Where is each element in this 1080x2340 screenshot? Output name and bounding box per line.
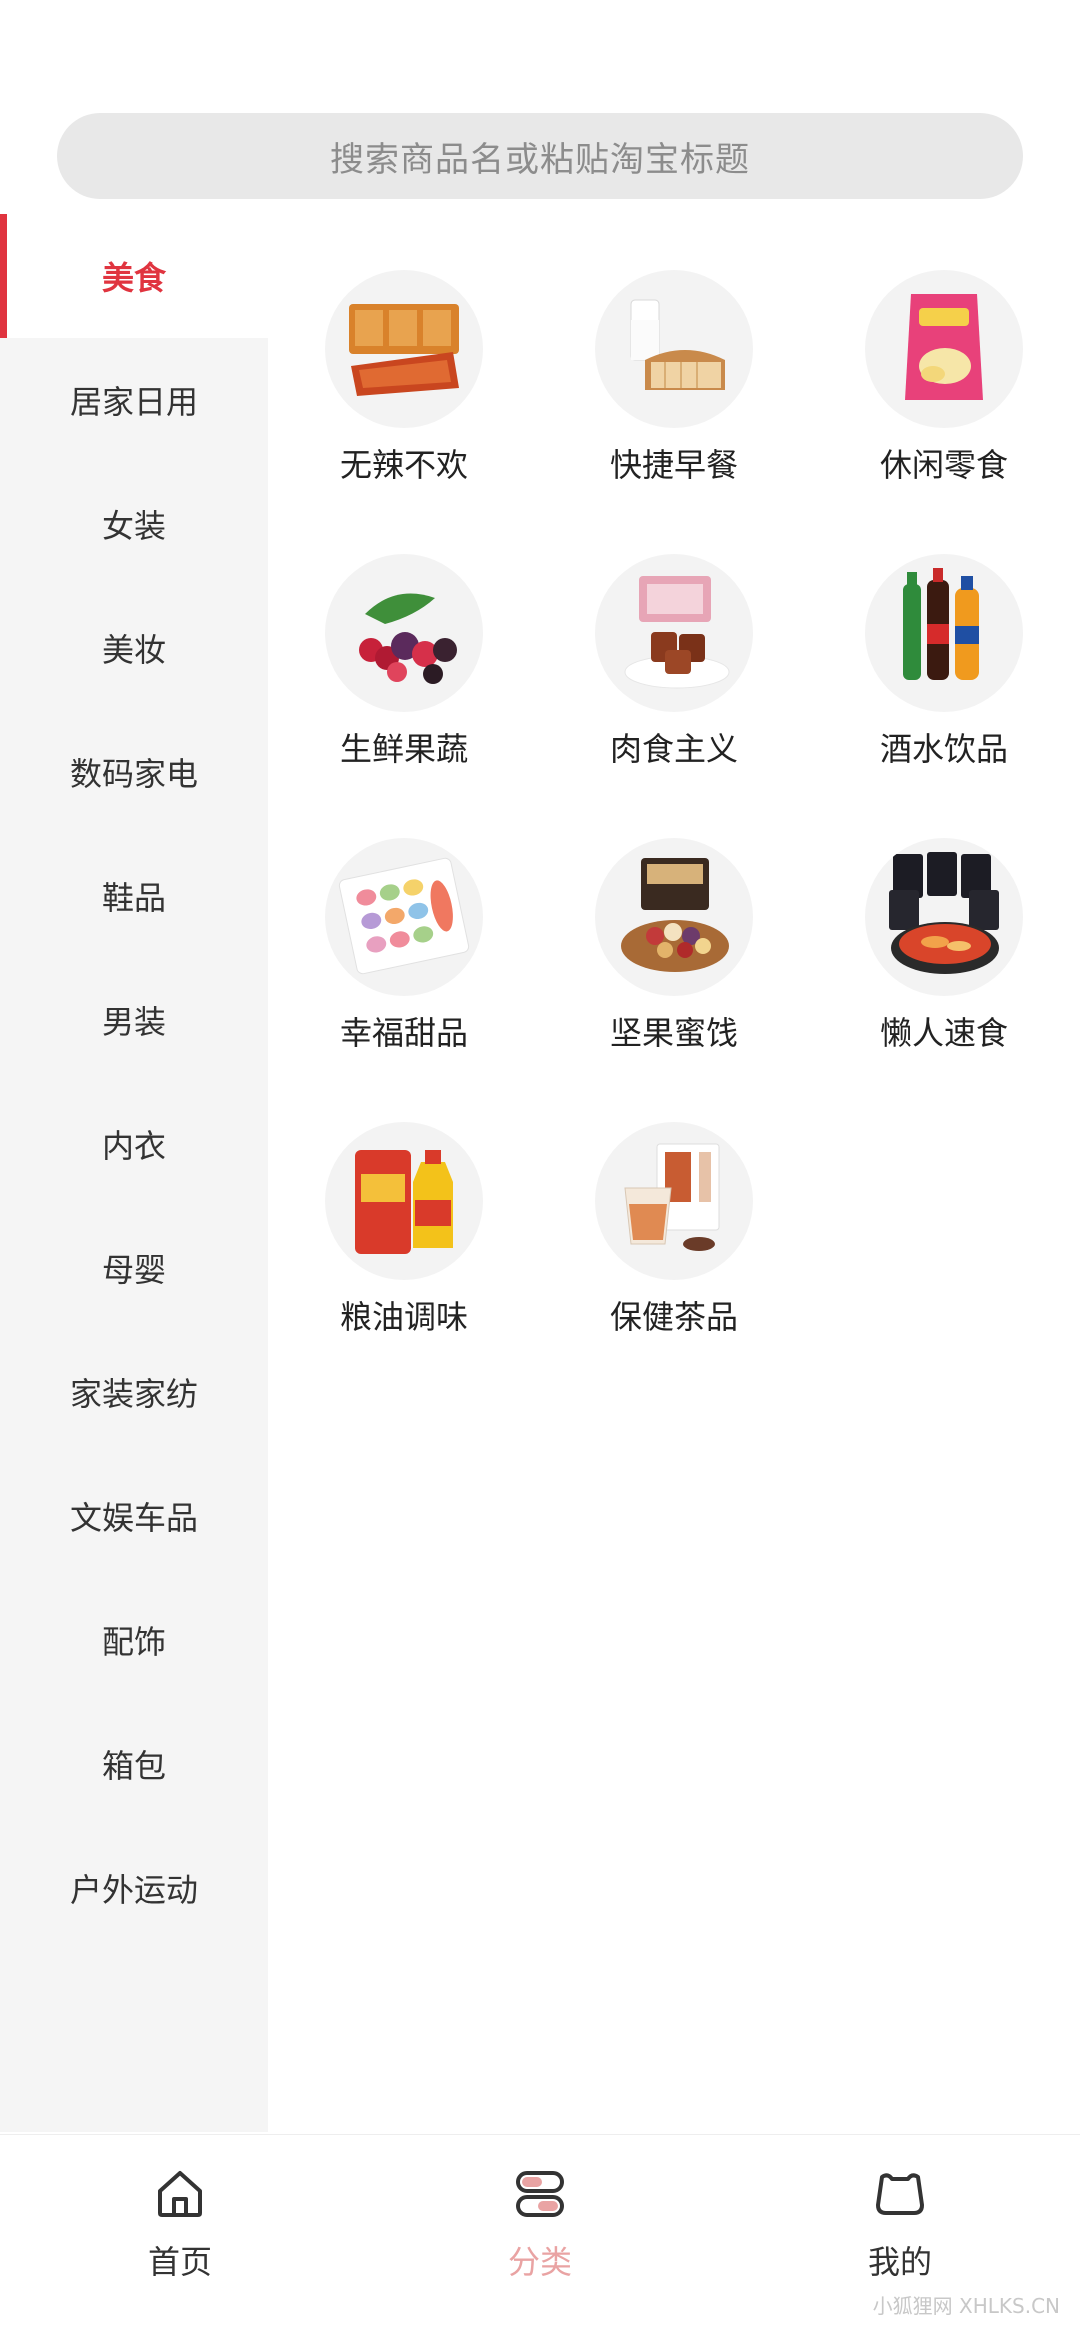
sidebar-item-bags[interactable]: 箱包 [0,1702,268,1826]
subcategory-label: 幸福甜品 [339,1014,468,1052]
subcategory-label: 肉食主义 [609,730,738,768]
subcategory-label: 无辣不欢 [339,446,468,484]
subcategory-item[interactable]: 懒人速食 [824,838,1064,1054]
sidebar-item-electronics[interactable]: 数码家电 [0,710,268,834]
subcategory-label: 休闲零食 [879,446,1008,484]
sidebar-item-shoes[interactable]: 鞋品 [0,834,268,958]
sidebar-item-beauty[interactable]: 美妆 [0,586,268,710]
nuts-bowl-icon [595,838,753,996]
sidebar-item-entertainment-car[interactable]: 文娱车品 [0,1454,268,1578]
category-page: 搜索商品名或粘贴淘宝标题 美食 居家日用 女装 美妆 数码家电 鞋品 男装 内衣… [0,0,1080,2340]
sidebar-item-home-textiles[interactable]: 家装家纺 [0,1330,268,1454]
sidebar-item-womens-clothing[interactable]: 女装 [0,462,268,586]
profile-icon [876,2173,924,2215]
subcategory-label: 粮油调味 [339,1298,468,1336]
spicy-snack-icon [325,270,483,428]
subcategory-item[interactable]: 酒水饮品 [824,554,1064,770]
instant-noodles-icon [865,838,1023,996]
subcategory-item[interactable]: 肉食主义 [554,554,794,770]
watermark-text: 小狐狸网 XHLKS.CN [872,2294,1060,2318]
tab-profile-label: 我的 [867,2243,932,2281]
tab-home[interactable]: 首页 [80,2165,280,2283]
drink-bottles-icon [865,554,1023,712]
subcategory-item[interactable]: 无辣不欢 [284,270,524,486]
subcategory-label: 酒水饮品 [879,730,1008,768]
sidebar-item-food[interactable]: 美食 [0,214,268,338]
macaron-box-icon [325,838,483,996]
category-icon [516,2171,564,2217]
subcategory-item[interactable]: 生鲜果蔬 [284,554,524,770]
subcategory-item[interactable]: 休闲零食 [824,270,1064,486]
sidebar-item-mens-clothing[interactable]: 男装 [0,958,268,1082]
rice-oil-icon [325,1122,483,1280]
tab-category[interactable]: 分类 [440,2165,640,2283]
subcategory-label: 保健茶品 [609,1298,738,1336]
sidebar-item-underwear[interactable]: 内衣 [0,1082,268,1206]
subcategory-label: 坚果蜜饯 [609,1014,738,1052]
search-bar[interactable]: 搜索商品名或粘贴淘宝标题 [57,113,1023,199]
subcategory-label: 快捷早餐 [609,446,738,484]
subcategory-item[interactable]: 坚果蜜饯 [554,838,794,1054]
sidebar-item-outdoor[interactable]: 户外运动 [0,1826,268,1950]
subcategory-label: 生鲜果蔬 [339,730,468,768]
home-icon [158,2171,202,2217]
meat-box-icon [595,554,753,712]
subcategory-item[interactable]: 幸福甜品 [284,838,524,1054]
bread-milk-icon [595,270,753,428]
subcategory-item[interactable]: 快捷早餐 [554,270,794,486]
search-placeholder: 搜索商品名或粘贴淘宝标题 [330,139,750,180]
tab-profile[interactable]: 我的 [800,2165,1000,2283]
tea-cup-icon [595,1122,753,1280]
tab-home-label: 首页 [147,2243,212,2281]
subcategory-item[interactable]: 保健茶品 [554,1122,794,1338]
sidebar-item-home-goods[interactable]: 居家日用 [0,338,268,462]
sidebar-item-accessories[interactable]: 配饰 [0,1578,268,1702]
sidebar-item-baby[interactable]: 母婴 [0,1206,268,1330]
category-sidebar: 美食 居家日用 女装 美妆 数码家电 鞋品 男装 内衣 母婴 家装家纺 文娱车品… [0,214,268,2132]
chips-bag-icon [865,270,1023,428]
subcategory-label: 懒人速食 [879,1014,1008,1052]
tab-category-label: 分类 [507,2243,572,2281]
subcategory-item[interactable]: 粮油调味 [284,1122,524,1338]
berries-icon [325,554,483,712]
